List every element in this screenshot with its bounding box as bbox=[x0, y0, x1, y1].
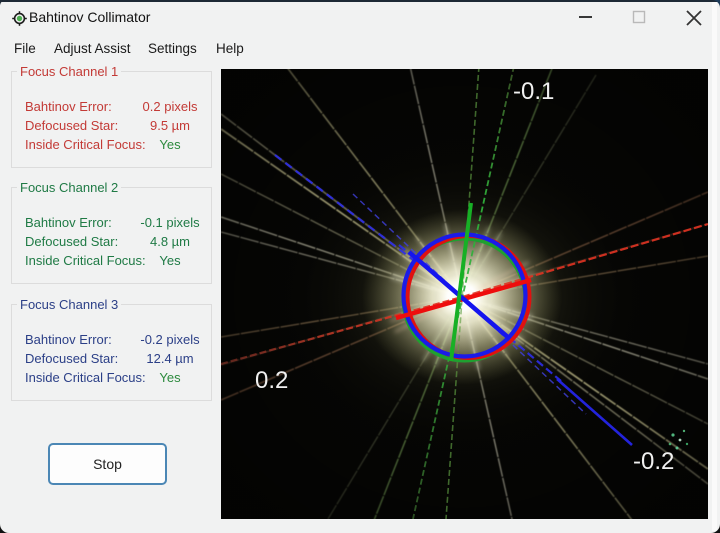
svg-text:0.2: 0.2 bbox=[255, 367, 288, 394]
svg-text:-0.1: -0.1 bbox=[513, 78, 554, 105]
svg-text:-0.2: -0.2 bbox=[633, 448, 674, 475]
